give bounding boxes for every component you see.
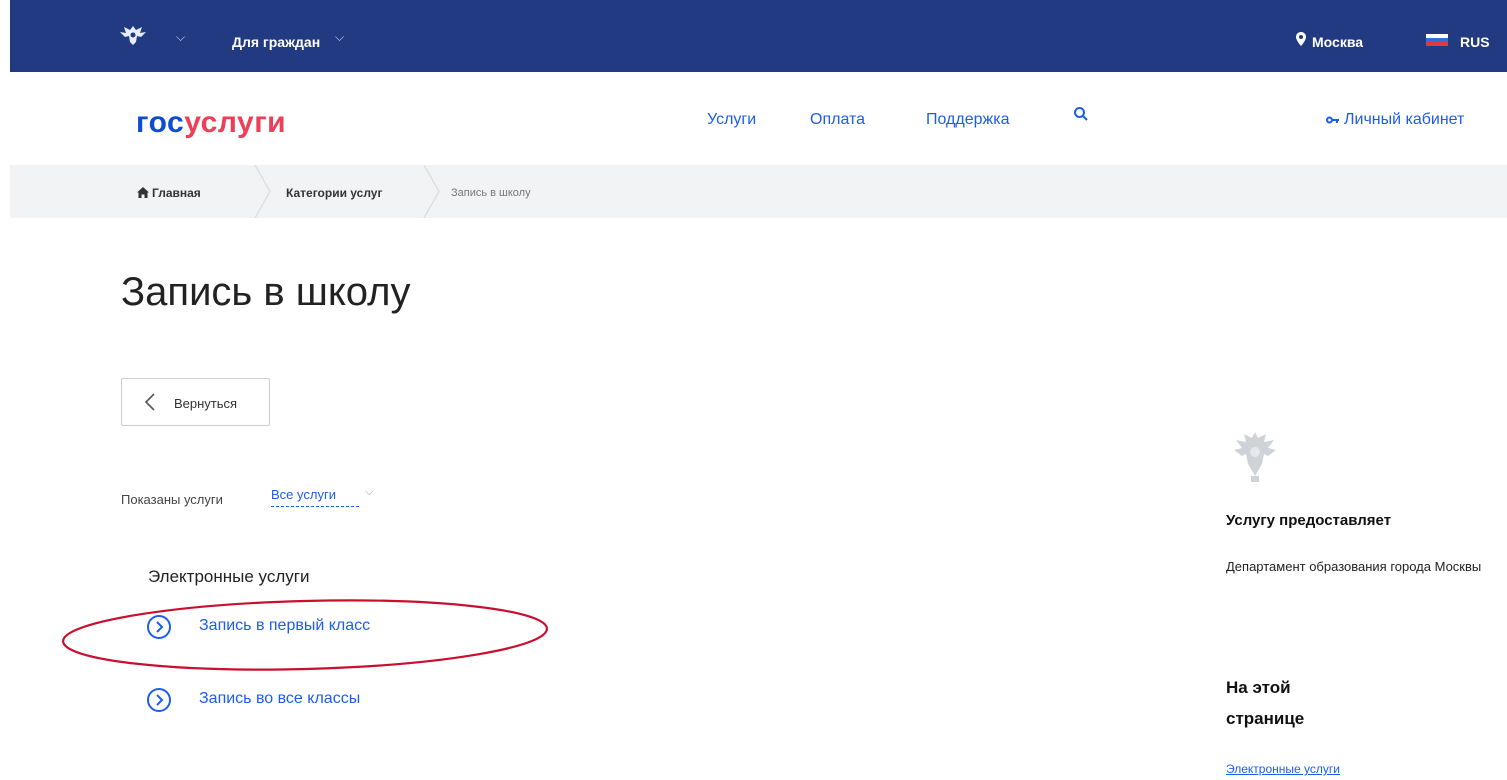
section-heading: Электронные услуги xyxy=(148,567,310,586)
location-pin-icon xyxy=(1296,32,1306,46)
breadcrumb-separator xyxy=(423,165,440,218)
site-header: госуслуги Услуги Оплата Поддержка Личный… xyxy=(10,72,1507,165)
page-title: Запись в школу xyxy=(121,270,411,314)
chevron-down-icon[interactable]: ⌵ xyxy=(365,486,373,499)
emblem-icon xyxy=(1234,432,1276,482)
arrow-circle-right-icon[interactable] xyxy=(146,614,172,640)
gosuslugi-logo[interactable]: госуслуги xyxy=(136,106,286,140)
on-page-link[interactable]: Электронные услуги xyxy=(1226,762,1340,776)
filter-label: Показаны услуги xyxy=(121,492,223,507)
chevron-down-icon[interactable]: ⌵ xyxy=(335,30,344,45)
city-selector[interactable]: Москва xyxy=(1312,34,1363,50)
flag-ru-icon xyxy=(1426,34,1448,46)
key-icon xyxy=(1326,116,1339,124)
chevron-down-icon[interactable]: ⌵ xyxy=(176,30,185,45)
emblem-icon[interactable] xyxy=(118,24,148,46)
breadcrumb-categories[interactable]: Категории услуг xyxy=(286,186,382,200)
arrow-circle-right-icon[interactable] xyxy=(146,687,172,713)
search-icon[interactable] xyxy=(1073,106,1089,122)
breadcrumb-home[interactable]: Главная xyxy=(137,186,201,200)
provider-heading: Услугу предоставляет xyxy=(1226,512,1392,529)
service-link-first-grade[interactable]: Запись в первый класс xyxy=(199,617,370,635)
top-bar: ⌵ Для граждан ⌵ Москва RUS xyxy=(10,0,1507,72)
highlight-ellipse xyxy=(61,599,549,671)
breadcrumb: Главная Категории услуг Запись в школу xyxy=(10,165,1507,218)
breadcrumb-current: Запись в школу xyxy=(451,187,531,199)
chevron-left-icon xyxy=(144,393,155,411)
breadcrumb-separator xyxy=(254,165,271,218)
filter-dropdown[interactable]: Все услуги xyxy=(271,487,359,507)
home-icon xyxy=(137,187,149,198)
nav-support[interactable]: Поддержка xyxy=(926,111,1009,129)
nav-services[interactable]: Услуги xyxy=(707,111,756,129)
service-link-all-grades[interactable]: Запись во все классы xyxy=(199,690,360,708)
back-button[interactable]: Вернуться xyxy=(121,378,270,426)
provider-name: Департамент образования города Москвы xyxy=(1226,559,1482,574)
language-selector[interactable]: RUS xyxy=(1460,34,1490,50)
personal-cabinet-link[interactable]: Личный кабинет xyxy=(1326,111,1464,129)
audience-selector[interactable]: Для граждан xyxy=(232,34,320,50)
on-page-heading: На этой странице xyxy=(1226,678,1305,728)
nav-payment[interactable]: Оплата xyxy=(810,111,865,129)
